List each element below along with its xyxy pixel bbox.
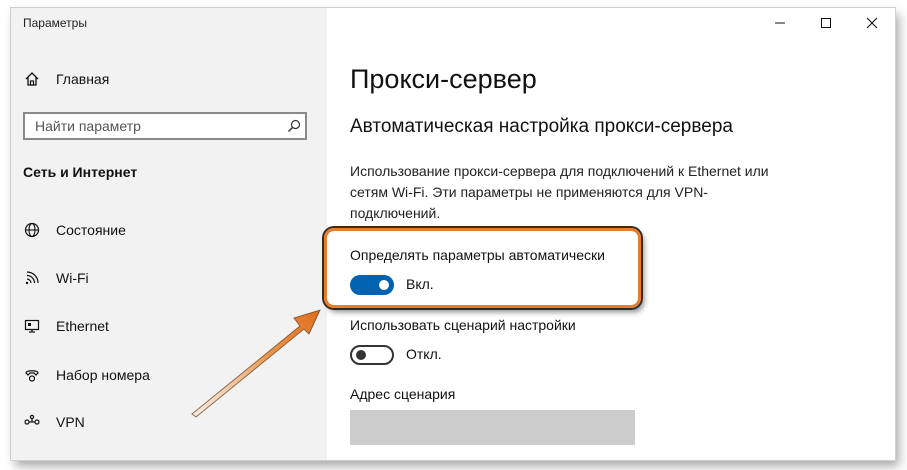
- app-title: Параметры: [23, 16, 87, 30]
- toggle-knob: [379, 280, 389, 290]
- sidebar-item-label: Набор номера: [56, 367, 150, 383]
- page-title: Прокси-сервер: [350, 64, 537, 94]
- vpn-icon: [23, 413, 41, 431]
- home-icon: [23, 70, 41, 88]
- settings-window: Параметры Главная Сеть и Интернет Состоя…: [11, 8, 895, 460]
- auto-detect-toggle[interactable]: [350, 275, 394, 295]
- sidebar-item-dialup[interactable]: Набор номера: [23, 365, 150, 385]
- dialup-icon: [23, 366, 41, 384]
- use-script-toggle[interactable]: [350, 345, 394, 365]
- search-box[interactable]: [23, 112, 307, 140]
- sidebar-item-vpn[interactable]: VPN: [23, 412, 85, 432]
- sidebar-item-label: Wi-Fi: [56, 270, 89, 286]
- auto-detect-label: Определять параметры автоматически: [350, 247, 605, 263]
- sidebar-home[interactable]: Главная: [23, 70, 109, 88]
- maximize-button[interactable]: [803, 8, 849, 38]
- close-icon: [866, 17, 878, 29]
- window-controls: [757, 8, 895, 38]
- section-title: Сеть и Интернет: [23, 164, 138, 180]
- section-subtitle: Автоматическая настройка прокси-сервера: [350, 116, 733, 137]
- sidebar: Параметры Главная Сеть и Интернет Состоя…: [11, 8, 327, 460]
- sidebar-item-status[interactable]: Состояние: [23, 220, 126, 240]
- minimize-icon: [775, 22, 785, 24]
- wifi-icon: [23, 269, 41, 287]
- sidebar-item-wifi[interactable]: Wi-Fi: [23, 268, 89, 288]
- maximize-icon: [821, 18, 831, 28]
- auto-detect-state: Вкл.: [406, 276, 434, 292]
- script-address-label: Адрес сценария: [350, 386, 456, 402]
- use-script-state: Откл.: [406, 346, 442, 362]
- sidebar-item-label: Состояние: [56, 222, 126, 238]
- close-button[interactable]: [849, 8, 895, 38]
- sidebar-item-label: VPN: [56, 414, 85, 430]
- search-icon[interactable]: [283, 119, 305, 133]
- toggle-knob: [356, 350, 366, 360]
- use-script-label: Использовать сценарий настройки: [350, 317, 576, 333]
- script-address-input[interactable]: [350, 410, 635, 445]
- description-text: Использование прокси-сервера для подключ…: [350, 163, 769, 221]
- minimize-button[interactable]: [757, 8, 803, 38]
- sidebar-home-label: Главная: [56, 71, 110, 87]
- search-input[interactable]: [25, 117, 283, 135]
- globe-icon: [23, 221, 41, 239]
- main-content: Прокси-сервер Автоматическая настройка п…: [327, 8, 895, 460]
- sidebar-item-ethernet[interactable]: Ethernet: [23, 316, 109, 336]
- sidebar-item-label: Ethernet: [56, 318, 109, 334]
- ethernet-icon: [23, 317, 41, 335]
